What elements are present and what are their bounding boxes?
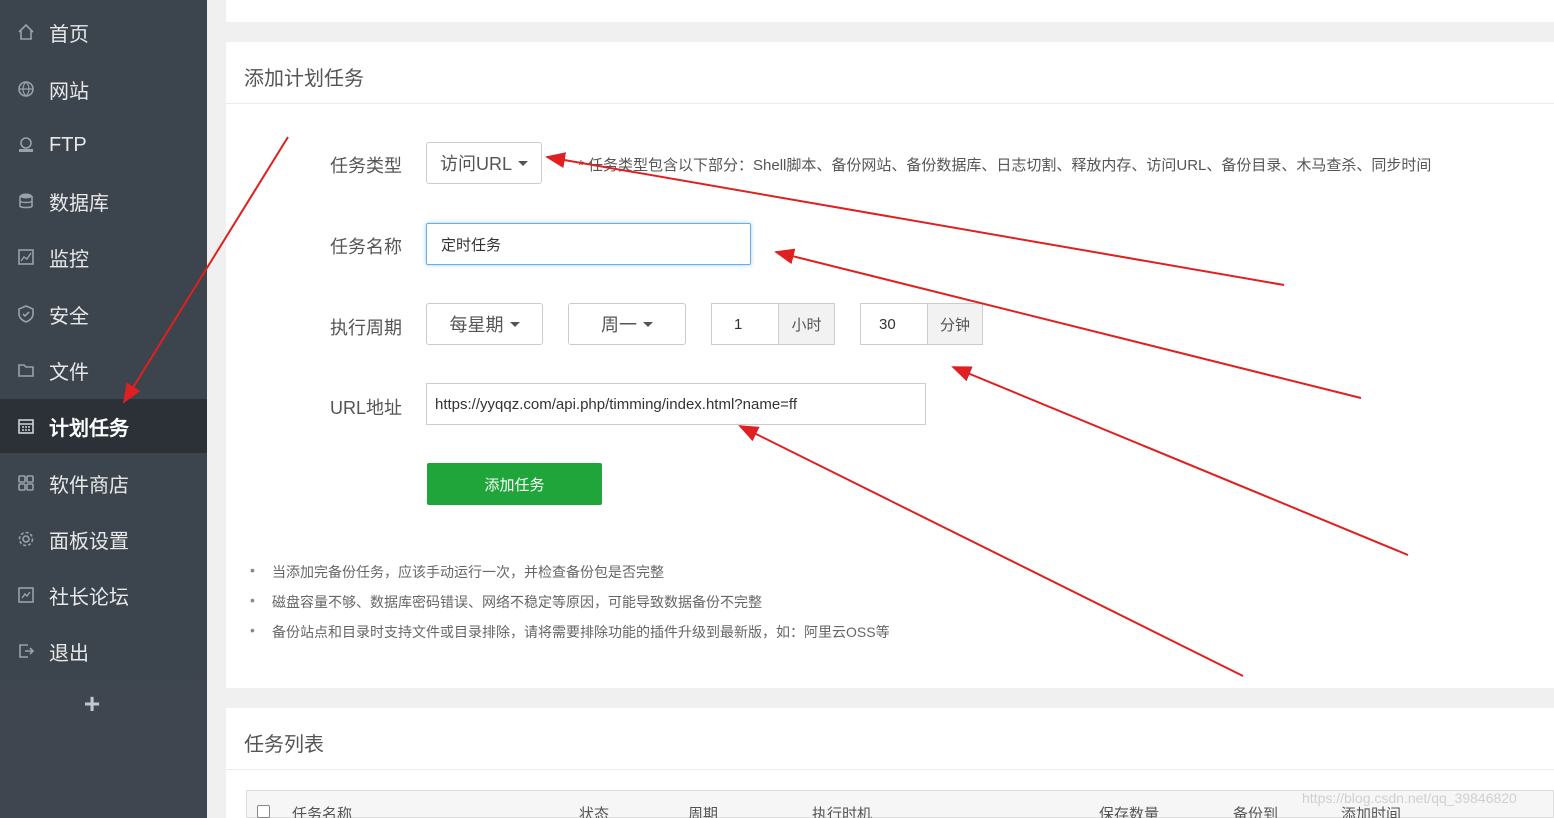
sidebar-item-label: 社长论坛 [49,586,129,609]
list-item: 当添加完备份任务，应该手动运行一次，并检查备份包是否完整 [250,562,664,582]
previous-panel [226,0,1554,22]
column-header[interactable]: 任务名称 [292,803,352,818]
sidebar-item-website[interactable]: 网站 [0,62,207,116]
sidebar-item-security[interactable]: 安全 [0,287,207,341]
globe-icon [16,79,36,99]
minute-unit: 分钟 [927,303,983,345]
sidebar-item-monitor[interactable]: 监控 [0,230,207,284]
hour-input[interactable]: 1 [711,303,779,345]
sidebar-item-store[interactable]: 软件商店 [0,456,207,510]
sidebar-item-home[interactable]: 首页 [0,5,207,59]
period-label: 执行周期 [330,318,402,338]
sidebar-item-label: 首页 [49,23,89,46]
sidebar-item-files[interactable]: 文件 [0,343,207,397]
divider [226,769,1554,770]
task-type-select[interactable]: 访问URL [426,142,542,184]
folder-icon [16,360,36,380]
period-value: 每星期 [449,315,504,335]
ftp-icon [16,135,36,155]
divider [226,103,1554,104]
period-select[interactable]: 每星期 [426,303,543,345]
logout-icon [16,641,36,661]
column-header[interactable]: 执行时机 [812,803,872,818]
apps-icon [16,473,36,493]
calendar-icon [16,416,36,436]
sidebar-item-label: 文件 [49,361,89,384]
list-item: 磁盘容量不够、数据库密码错误、网络不稳定等原因，可能导致数据备份不完整 [250,592,762,612]
weekday-select[interactable]: 周一 [568,303,686,345]
caret-down-icon [518,160,528,166]
column-header[interactable]: 周期 [688,803,718,818]
task-type-label: 任务类型 [330,156,402,176]
sidebar-item-label: 退出 [49,642,89,665]
task-name-label: 任务名称 [330,237,402,257]
weekday-value: 周一 [601,315,637,335]
sidebar-item-label: 数据库 [49,192,109,215]
forum-icon [16,585,36,605]
caret-down-icon [643,321,653,327]
shield-icon [16,304,36,324]
sidebar-item-label: FTP [49,133,87,156]
hour-unit: 小时 [778,303,835,345]
sidebar-item-label: 软件商店 [49,474,129,497]
list-item: 备份站点和目录时支持文件或目录排除，请将需要排除功能的插件升级到最新版，如：阿里… [250,622,890,642]
sidebar-item-label: 面板设置 [49,530,129,553]
add-task-button[interactable]: 添加任务 [427,463,602,505]
url-label: URL地址 [329,398,402,418]
gear-icon [16,529,36,549]
caret-down-icon [509,321,520,327]
sidebar-item-logout[interactable]: 退出 [0,624,207,678]
sidebar-item-label: 计划任务 [49,417,129,440]
column-header[interactable]: 备份到 [1233,803,1278,818]
monitor-icon [16,247,36,267]
panel-title: 任务列表 [244,734,324,756]
sidebar-item-ftp[interactable]: FTP [0,118,207,172]
sidebar-item-label: 监控 [49,248,89,271]
task-type-value: 访问URL [439,154,512,174]
sidebar-item-label: 网站 [49,80,89,103]
add-menu-button[interactable]: + [80,688,104,720]
sidebar-item-settings[interactable]: 面板设置 [0,512,207,566]
watermark: https://blog.csdn.net/qq_39846820 [1302,790,1517,806]
database-icon [16,191,36,211]
sidebar-item-cron[interactable]: 计划任务 [0,399,207,453]
sidebar-item-database[interactable]: 数据库 [0,174,207,228]
column-header[interactable]: 状态 [579,803,609,818]
panel-title: 添加计划任务 [244,68,364,90]
sidebar-item-label: 安全 [49,305,89,328]
home-icon [16,22,36,42]
sidebar-item-forum[interactable]: 社长论坛 [0,568,207,622]
column-header[interactable]: 保存数量 [1099,803,1159,818]
add-cron-panel: 添加计划任务 任务类型 访问URL * 任务类型包含以下部分：Shell脚本、备… [226,42,1554,688]
select-all-checkbox[interactable] [257,805,270,818]
minute-input[interactable]: 30 [860,303,928,345]
url-input[interactable]: https://yyqqz.com/api.php/timming/index.… [426,383,926,425]
task-type-hint: * 任务类型包含以下部分：Shell脚本、备份网站、备份数据库、日志切割、释放内… [578,157,1432,174]
task-name-input[interactable]: 定时任务 [426,223,751,265]
